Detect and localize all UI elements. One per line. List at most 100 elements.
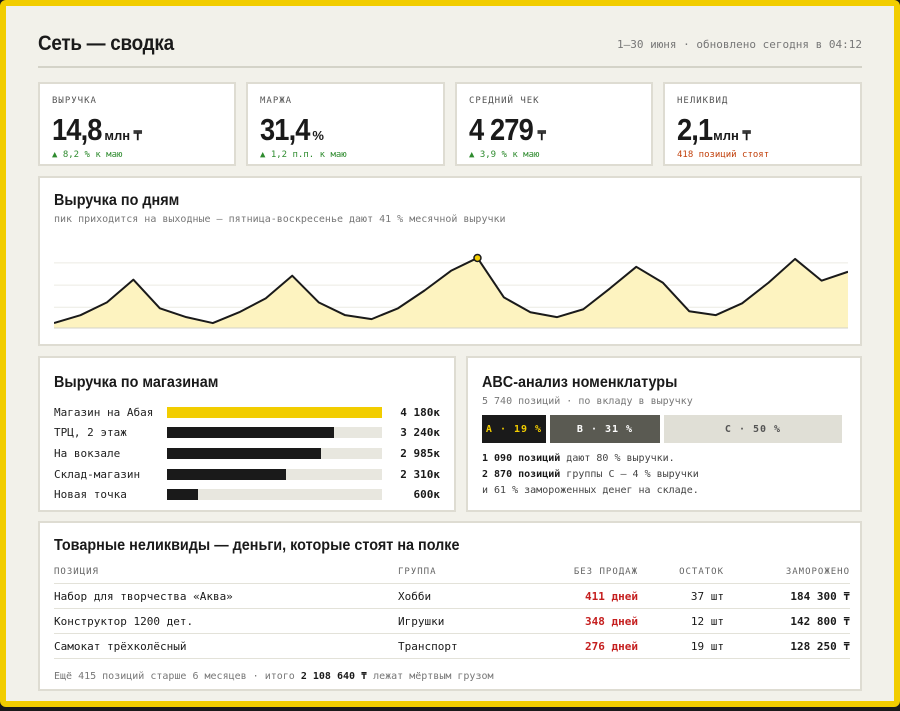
abc-segment-c[interactable]: C · 50 %: [664, 415, 842, 443]
store-row[interactable]: На вокзале 2 985к: [54, 443, 440, 464]
page-header: Сеть — сводка 1–30 июня · обновлено сего…: [38, 22, 862, 68]
column-header-no-sales[interactable]: Без продаж: [528, 563, 638, 584]
abc-summary: 1 090 позиций дают 80 % выручки. 2 870 п…: [482, 451, 846, 499]
cell-frozen: 142 800 ₸: [724, 608, 850, 634]
store-bar-fill: [167, 447, 321, 459]
cell-stock: 19 шт: [638, 633, 724, 659]
store-name: ТРЦ, 2 этаж: [54, 426, 127, 440]
kpi-card-margin[interactable]: Маржа 31,4 % ▲ 1,2 п.п. к маю: [246, 82, 445, 166]
cell-frozen: 184 300 ₸: [724, 583, 850, 609]
abc-a-text: дают 80 % выручки.: [560, 453, 675, 464]
kpi-label: Средний чек: [469, 96, 540, 106]
cell-stock: 37 шт: [638, 583, 724, 609]
cell-position: Конструктор 1200 дет.: [54, 608, 398, 634]
kpi-delta: ▲ 1,2 п.п. к маю: [260, 150, 347, 160]
kpi-label: Маржа: [260, 96, 293, 106]
section-subtitle: пик приходится на выходные — пятница-вос…: [54, 214, 506, 225]
store-bar-track: [167, 427, 383, 439]
store-value: 3 240к: [400, 426, 440, 440]
kpi-label: Выручка: [52, 96, 97, 106]
footer-text-end: лежат мёртвым грузом: [367, 671, 494, 682]
store-value: 2 310к: [400, 467, 440, 481]
abc-c-note: и 61 % замороженных денег на складе.: [482, 485, 699, 496]
section-title: Товарные неликвиды — деньги, которые сто…: [54, 537, 460, 554]
store-value: 4 180к: [400, 405, 440, 419]
abc-segments: A · 19 % B · 31 % C · 50 %: [482, 415, 846, 443]
table-row[interactable]: Набор для творчества «Аква» Хобби 411 дней…: [54, 583, 850, 609]
stores-card: Выручка по магазинам Магазин на Абая 4 18…: [38, 356, 456, 512]
daily-revenue-chart: [54, 253, 848, 329]
abc-segment-a[interactable]: A · 19 %: [482, 415, 546, 443]
kpi-value: 4 279 ₸: [469, 112, 639, 148]
store-name: На вокзале: [54, 446, 121, 460]
store-row[interactable]: Магазин на Абая 4 180к: [54, 402, 440, 423]
kpi-card-revenue[interactable]: Выручка 14,8 млн ₸ ▲ 8,2 % к маю: [38, 82, 236, 166]
section-title: Выручка по магазинам: [54, 374, 219, 391]
section-subtitle: 5 740 позиций · по вкладу в выручку: [482, 396, 693, 407]
kpi-unit: млн ₸: [713, 128, 751, 143]
kpi-value: 2,1 млн ₸: [677, 112, 848, 148]
kpi-delta: ▲ 3,9 % к маю: [469, 150, 540, 160]
peak-point[interactable]: [473, 253, 482, 263]
store-bar-fill: [167, 427, 334, 439]
footer-total: 2 108 640 ₸: [300, 671, 368, 682]
kpi-card-deadstock[interactable]: Неликвид 2,1 млн ₸ 418 позиций стоят: [663, 82, 862, 166]
footer-text: Ещё 415 позиций старше 6 месяцев · итого: [54, 671, 301, 682]
abc-c-text: группы C — 4 % выручки: [560, 469, 699, 480]
cell-stock: 12 шт: [638, 608, 724, 634]
kpi-value: 14,8 млн ₸: [52, 112, 222, 148]
kpi-unit: %: [312, 128, 324, 143]
cell-no-sales: 348 дней: [528, 608, 638, 634]
abc-a-count: 1 090 позиций: [482, 453, 561, 464]
store-row[interactable]: Новая точка 600к: [54, 484, 440, 505]
cell-position: Самокат трёхколёсный: [54, 633, 398, 659]
kpi-delta: 418 позиций стоят: [677, 150, 770, 160]
kpi-number: 2,1: [677, 112, 713, 147]
table-header-row: Позиция Группа Без продаж Остаток Заморо…: [54, 563, 850, 584]
cell-no-sales: 276 дней: [528, 633, 638, 659]
store-bar-track: [167, 406, 383, 418]
section-title: ABC-анализ номенклатуры: [482, 374, 678, 391]
cell-group: Транспорт: [398, 633, 528, 659]
daily-revenue-card: Выручка по дням пик приходится на выходн…: [38, 176, 862, 346]
kpi-unit: млн ₸: [104, 128, 142, 143]
store-bar-fill: [167, 406, 383, 418]
cell-group: Хобби: [398, 583, 528, 609]
abc-card: ABC-анализ номенклатуры 5 740 позиций · …: [466, 356, 862, 512]
revenue-area: [54, 257, 848, 328]
deadstock-footer: Ещё 415 позиций старше 6 месяцев · итого…: [54, 671, 846, 682]
column-header-group[interactable]: Группа: [398, 563, 528, 584]
period-meta: 1–30 июня · обновлено сегодня в 04:12: [616, 37, 862, 51]
cell-no-sales: 411 дней: [528, 583, 638, 609]
store-bar-track: [167, 468, 383, 480]
column-header-position[interactable]: Позиция: [54, 563, 398, 584]
store-name: Новая точка: [54, 488, 127, 502]
cell-frozen: 128 250 ₸: [724, 633, 850, 659]
store-bar-track: [167, 489, 383, 501]
store-bar-fill: [167, 489, 199, 501]
column-header-frozen[interactable]: Заморожено: [724, 563, 850, 584]
kpi-number: 4 279: [469, 112, 534, 147]
deadstock-card: Товарные неликвиды — деньги, которые сто…: [38, 521, 862, 691]
store-bar-fill: [167, 468, 287, 480]
page-title: Сеть — сводка: [38, 32, 174, 55]
table-row[interactable]: Самокат трёхколёсный Транспорт 276 дней 19 …: [54, 633, 850, 659]
deadstock-table-body: Набор для творчества «Аква» Хобби 411 дней…: [54, 583, 850, 659]
store-value: 600к: [413, 488, 441, 502]
column-header-stock[interactable]: Остаток: [638, 563, 724, 584]
table-row[interactable]: Конструктор 1200 дет. Игрушки 348 дней 12 ш…: [54, 608, 850, 634]
cell-position: Набор для творчества «Аква»: [54, 583, 398, 609]
deadstock-table: Позиция Группа Без продаж Остаток Заморо…: [54, 563, 850, 659]
section-title: Выручка по дням: [54, 192, 180, 209]
abc-c-count: 2 870 позиций: [482, 469, 561, 480]
kpi-number: 14,8: [52, 112, 102, 147]
store-row[interactable]: ТРЦ, 2 этаж 3 240к: [54, 423, 440, 444]
kpi-card-avg-check[interactable]: Средний чек 4 279 ₸ ▲ 3,9 % к маю: [455, 82, 653, 166]
kpi-unit: ₸: [537, 128, 546, 143]
kpi-delta: ▲ 8,2 % к маю: [52, 150, 123, 160]
kpi-number: 31,4: [260, 112, 310, 147]
store-row[interactable]: Склад-магазин 2 310к: [54, 464, 440, 485]
store-value: 2 985к: [400, 446, 440, 460]
abc-segment-b[interactable]: B · 31 %: [550, 415, 660, 443]
store-name: Склад-магазин: [54, 467, 141, 481]
